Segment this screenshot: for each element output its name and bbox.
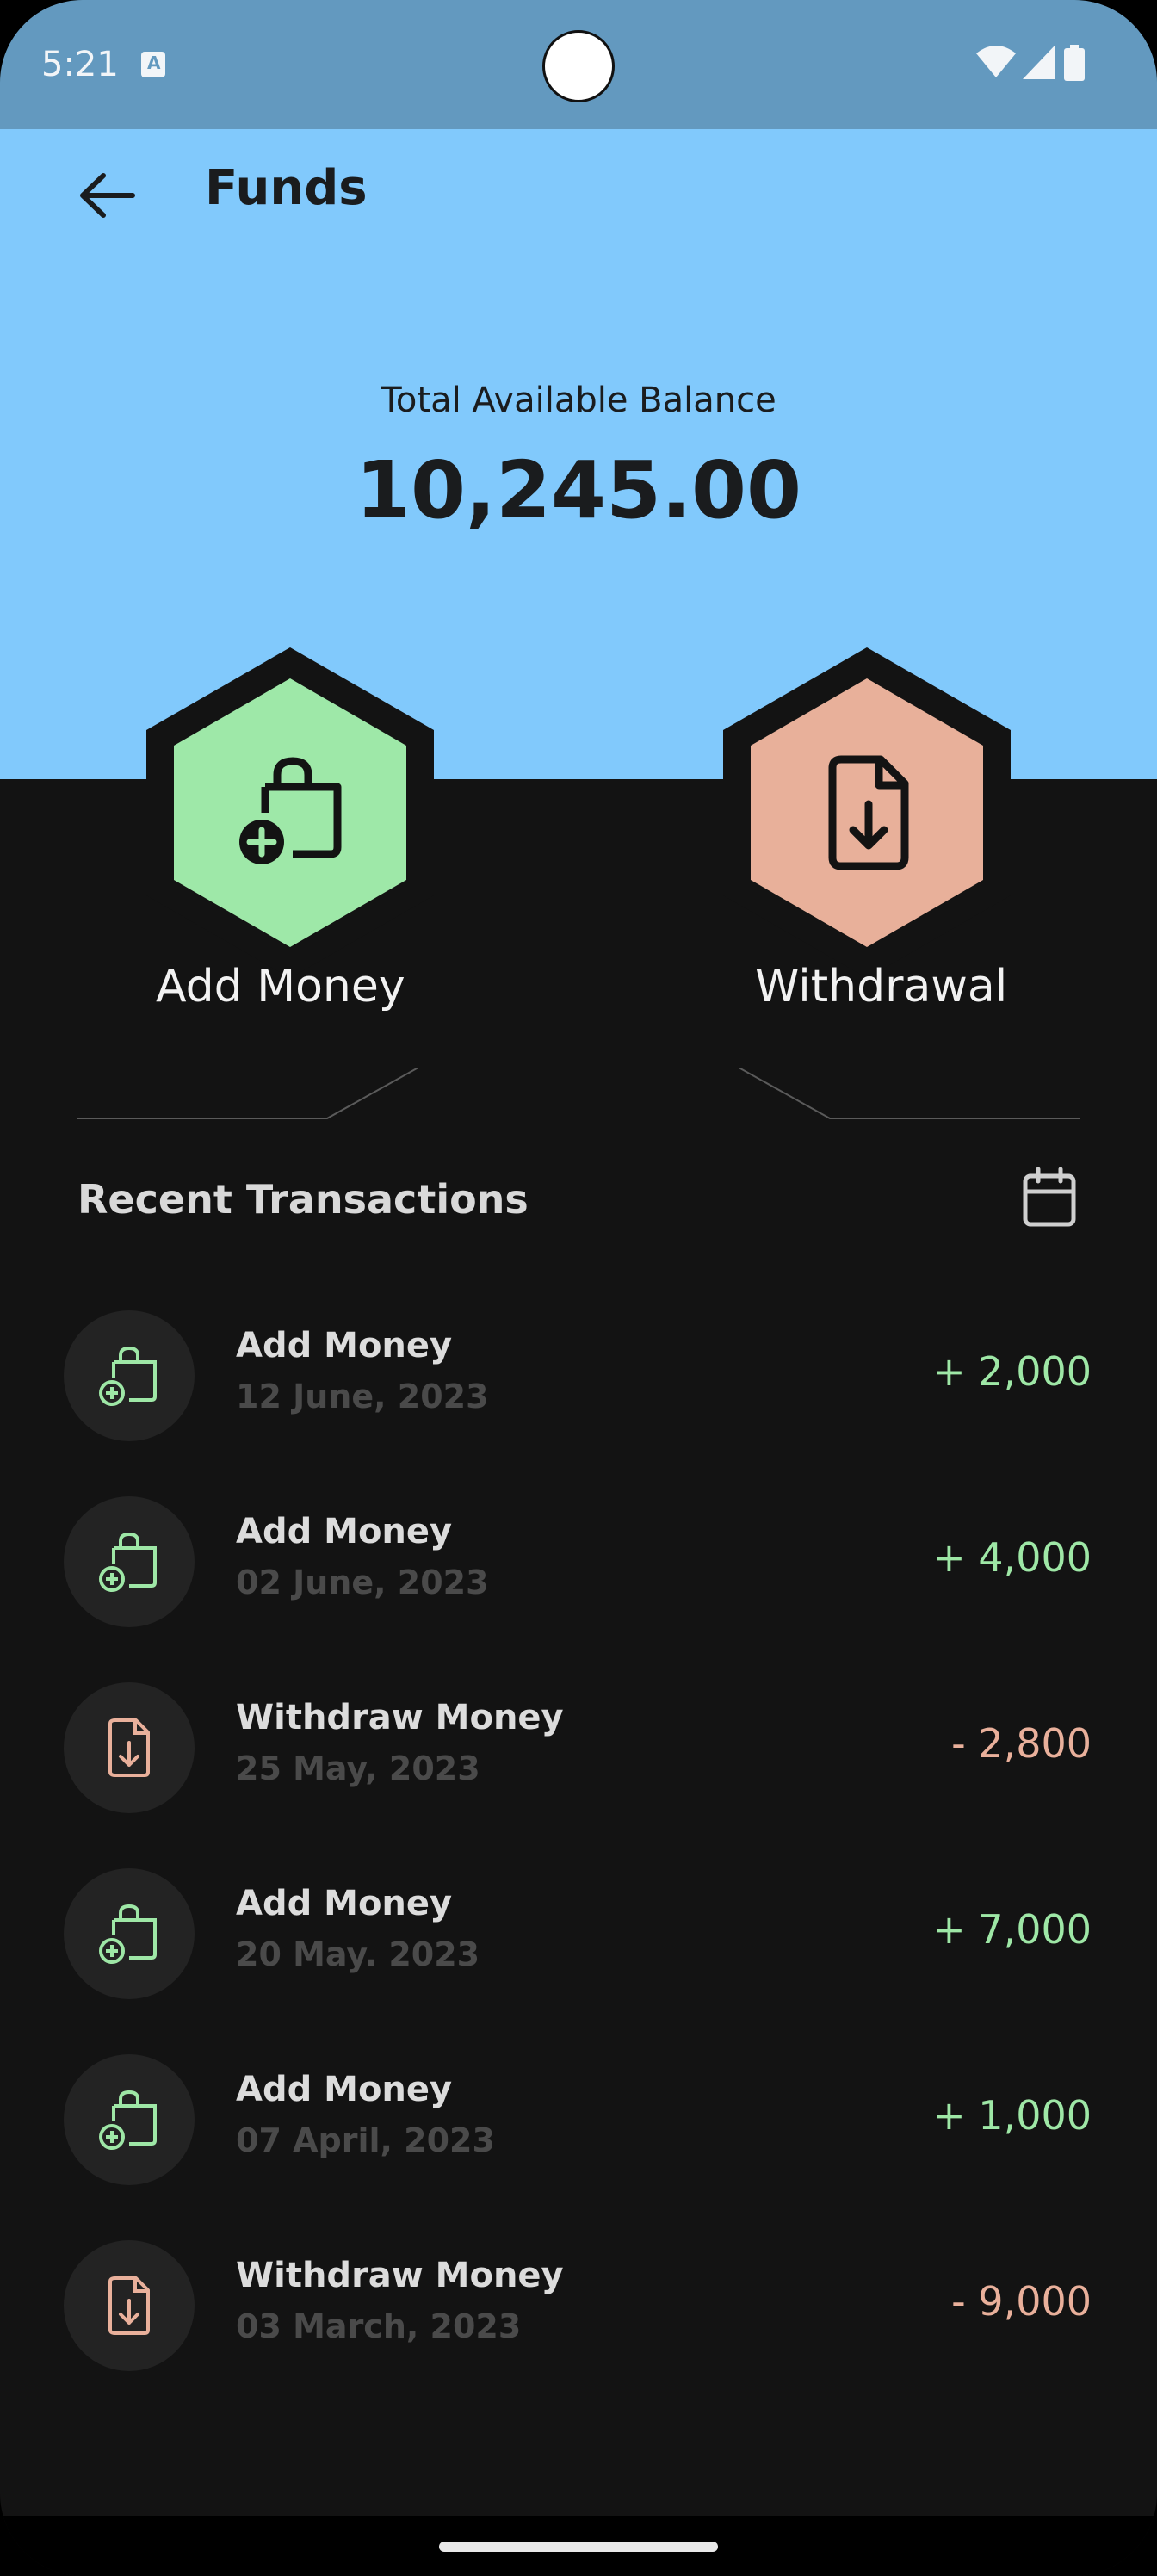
battery-icon — [1064, 45, 1085, 81]
bag-plus-icon — [99, 2090, 157, 2150]
transaction-title: Add Money — [236, 1884, 453, 1923]
camera-cutout — [542, 30, 615, 102]
file-download-icon — [108, 1718, 150, 1777]
phone-screen: 5:21 Funds Total Available Balance 10,24… — [0, 0, 1157, 2576]
transaction-title: Add Money — [236, 1512, 453, 1551]
transaction-date: 02 June, 2023 — [236, 1564, 489, 1601]
add-money-label[interactable]: Add Money — [156, 961, 405, 1012]
cellular-signal-icon — [1023, 45, 1055, 79]
transaction-date: 07 April, 2023 — [236, 2121, 495, 2159]
transaction-icon-circle — [64, 1682, 195, 1813]
file-download-icon — [108, 2276, 150, 2335]
wifi-icon — [976, 46, 1016, 77]
balance-label: Total Available Balance — [381, 381, 776, 420]
transaction-amount: + 2,000 — [932, 1348, 1092, 1395]
transaction-date: 12 June, 2023 — [236, 1378, 489, 1415]
app-notification-icon — [141, 52, 165, 77]
transaction-row[interactable]: Withdraw Money 25 May, 2023 - 2,800 — [0, 1663, 1157, 1849]
bag-plus-icon — [99, 1532, 157, 1592]
arrow-left-icon — [80, 173, 135, 218]
transaction-icon-circle — [64, 2054, 195, 2185]
transaction-row[interactable]: Add Money 07 April, 2023 + 1,000 — [0, 2035, 1157, 2221]
file-download-icon — [828, 755, 909, 870]
withdrawal-label[interactable]: Withdrawal — [755, 961, 1007, 1012]
bag-plus-icon — [99, 1346, 157, 1406]
transaction-row[interactable]: Add Money 20 May. 2023 + 7,000 — [0, 1849, 1157, 2035]
transaction-amount: + 4,000 — [932, 1534, 1092, 1581]
page-title: Funds — [205, 160, 368, 216]
back-button[interactable] — [69, 157, 146, 234]
transaction-icon-circle — [64, 1310, 195, 1441]
status-time: 5:21 — [41, 45, 119, 84]
transaction-date: 20 May. 2023 — [236, 1935, 480, 1973]
balance-value: 10,245.00 — [356, 444, 801, 536]
transaction-row[interactable]: Add Money 02 June, 2023 + 4,000 — [0, 1477, 1157, 1663]
transaction-amount: - 9,000 — [951, 2278, 1092, 2325]
transaction-date: 03 March, 2023 — [236, 2307, 522, 2345]
transaction-amount: - 2,800 — [951, 1720, 1092, 1767]
transaction-icon-circle — [64, 1496, 195, 1627]
home-indicator[interactable] — [439, 2542, 718, 2552]
calendar-filter-button[interactable] — [1021, 1167, 1078, 1228]
calendar-icon — [1023, 1167, 1076, 1227]
transaction-title: Add Money — [236, 2070, 453, 2109]
transaction-row[interactable]: Withdraw Money 03 March, 2023 - 9,000 — [0, 2221, 1157, 2407]
transaction-title: Add Money — [236, 1326, 453, 1365]
status-icons — [976, 45, 1114, 83]
transaction-date: 25 May, 2023 — [236, 1749, 480, 1787]
withdrawal-button[interactable] — [723, 647, 1011, 978]
transaction-row[interactable]: Add Money 12 June, 2023 + 2,000 — [0, 1291, 1157, 1477]
add-money-button[interactable] — [146, 647, 434, 978]
transaction-title: Withdraw Money — [236, 2256, 564, 2295]
transaction-icon-circle — [64, 2240, 195, 2371]
section-divider — [77, 1068, 1080, 1119]
transaction-amount: + 1,000 — [932, 2092, 1092, 2139]
bag-plus-icon — [99, 1904, 157, 1964]
recent-transactions-title: Recent Transactions — [77, 1176, 529, 1223]
transaction-icon-circle — [64, 1868, 195, 1999]
transaction-amount: + 7,000 — [932, 1906, 1092, 1953]
bag-plus-icon — [239, 757, 342, 864]
transaction-title: Withdraw Money — [236, 1698, 564, 1737]
status-bar: 5:21 — [0, 0, 1157, 129]
